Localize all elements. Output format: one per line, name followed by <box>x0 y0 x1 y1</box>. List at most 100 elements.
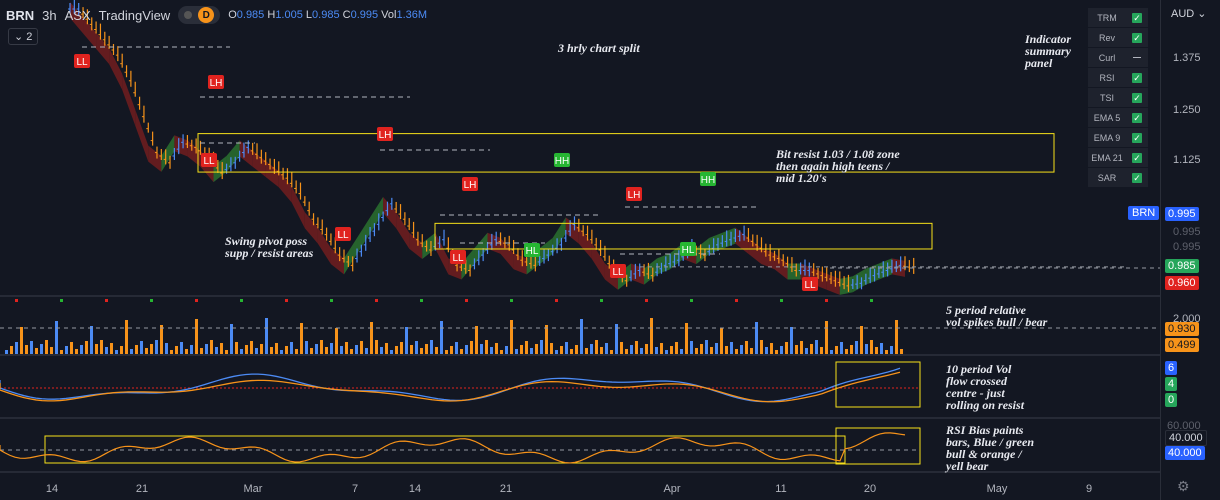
annotation-vol-flow: 10 period Vol flow crossed centre - just… <box>946 362 1025 412</box>
volume-bar <box>455 342 458 354</box>
volume-bar <box>680 349 683 354</box>
volume-bar <box>645 344 648 354</box>
pivot-text: HL <box>526 246 539 257</box>
volume-bar <box>530 348 533 354</box>
volume-bar <box>215 347 218 354</box>
volume-bar <box>620 342 623 354</box>
chart-area[interactable]: LL LH LL LH LL LH LL HH HL LH LL HL HH LL BRN 3h ASX … <box>0 0 1160 500</box>
indicator-name: EMA 21 <box>1091 152 1123 163</box>
volume-bar <box>75 349 78 354</box>
volume-bar <box>595 340 598 354</box>
pivot-label-ll: LL <box>450 250 466 264</box>
volume-bar <box>835 346 838 354</box>
volume-bar <box>10 346 13 354</box>
price-axis[interactable]: AUD ⌄ 1.375 1.250 1.125 0.995 0.995 0.99… <box>1160 0 1220 500</box>
time-tick: 14 <box>45 483 59 495</box>
volume-spike-dot <box>645 299 648 302</box>
volume-bar <box>275 343 278 354</box>
ema-ribbon-segment <box>696 237 710 265</box>
volume-bar <box>845 349 848 354</box>
volume-bar <box>180 342 183 354</box>
data-source: TradingView <box>98 7 171 23</box>
volume-bar <box>115 350 118 354</box>
volume-bar <box>395 346 398 354</box>
volume-bar <box>280 350 283 354</box>
indicator-state: ✓ <box>1126 32 1148 43</box>
volume-bar <box>45 340 48 354</box>
volume-bar <box>850 345 853 354</box>
volume-bar <box>580 319 583 354</box>
volume-bar <box>720 328 723 354</box>
volume-bar <box>700 344 703 354</box>
volume-bar <box>585 348 588 354</box>
volume-spike-dot <box>105 299 108 302</box>
indicator-state <box>1126 57 1148 58</box>
volume-bar <box>715 343 718 354</box>
volume-bar <box>385 343 388 354</box>
indicator-state: ✓ <box>1126 132 1148 143</box>
volume-bar <box>745 341 748 354</box>
volume-bar <box>500 350 503 354</box>
volflow-label-1: 6 <box>1165 361 1178 375</box>
ema-ribbon-segment <box>422 232 436 259</box>
currency-select[interactable]: AUD ⌄ <box>1171 7 1207 20</box>
volume-bar <box>560 346 563 354</box>
volume-bar <box>895 320 898 354</box>
indicator-collapse-button[interactable]: ⌄ 2 <box>8 28 39 45</box>
volume-bar <box>675 342 678 354</box>
volume-bar <box>600 347 603 354</box>
volume-bar <box>170 350 173 354</box>
indicator-row-tsi[interactable]: TSI ✓ <box>1088 88 1148 108</box>
volume-bar <box>25 345 28 354</box>
ema-ribbon-segment <box>161 135 175 172</box>
volume-spike-dot <box>15 299 18 302</box>
volume-bar <box>545 325 548 354</box>
indicator-row-rev[interactable]: Rev ✓ <box>1088 28 1148 48</box>
ema-ribbon-segment <box>252 150 266 177</box>
pivot-text: HH <box>701 175 715 186</box>
volume-bar <box>610 350 613 354</box>
volume-bar <box>790 327 793 354</box>
indicator-row-sar[interactable]: SAR ✓ <box>1088 168 1148 188</box>
volume-bar <box>690 341 693 354</box>
annotation-resist: Bit resist 1.03 / 1.08 zone then again h… <box>776 147 900 185</box>
pivot-text: LL <box>337 230 349 241</box>
interval[interactable]: 3h <box>42 8 56 23</box>
volume-bar <box>590 344 593 354</box>
time-tick: 21 <box>135 483 149 495</box>
volume-spike-dot <box>330 299 333 302</box>
indicator-row-trm[interactable]: TRM ✓ <box>1088 8 1148 28</box>
volflow-label-2: 4 <box>1165 377 1178 391</box>
pivot-text: LH <box>210 78 223 89</box>
ema-ribbon-segment <box>278 171 292 203</box>
volume-bar <box>155 340 158 354</box>
volume-spike-dot <box>195 299 198 302</box>
volume-bar <box>880 343 883 354</box>
volume-bar <box>235 342 238 354</box>
volume-bar <box>840 342 843 354</box>
indicator-row-ema-9[interactable]: EMA 9 ✓ <box>1088 128 1148 148</box>
ema-ribbon-segment <box>383 196 397 229</box>
volume-bar <box>770 343 773 354</box>
indicator-state: ✓ <box>1126 72 1148 83</box>
status-pill[interactable]: D <box>178 6 221 24</box>
volume-bar <box>105 347 108 354</box>
volume-bar <box>490 347 493 354</box>
indicator-row-ema-5[interactable]: EMA 5 ✓ <box>1088 108 1148 128</box>
volume-bar <box>370 322 373 354</box>
settings-gear-icon[interactable]: ⚙ <box>1177 478 1190 495</box>
volume-bar <box>765 347 768 354</box>
ema-ribbon-segment <box>343 237 358 275</box>
indicator-row-curl[interactable]: Curl <box>1088 48 1148 68</box>
indicator-row-rsi[interactable]: RSI ✓ <box>1088 68 1148 88</box>
symbol-name[interactable]: BRN <box>6 8 34 23</box>
indicator-row-ema-21[interactable]: EMA 21 ✓ <box>1088 148 1148 168</box>
time-tick: 7 <box>351 483 359 495</box>
check-icon: ✓ <box>1132 92 1142 103</box>
ema-ribbon-segment <box>565 217 579 244</box>
indicator-name: Curl <box>1098 52 1116 63</box>
volume-bar <box>505 346 508 354</box>
rsi-line <box>0 432 906 464</box>
volume-bar <box>250 341 253 354</box>
symbol-price-tag: BRN <box>1128 206 1160 220</box>
